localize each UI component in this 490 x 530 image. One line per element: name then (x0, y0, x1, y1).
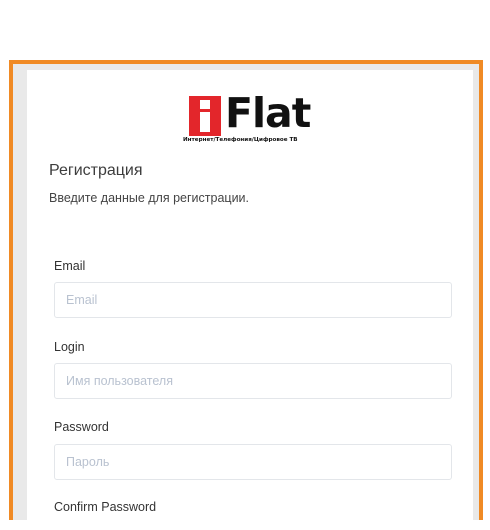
logo-i-icon (189, 96, 221, 136)
registration-card: Flat Интернет/Телефония/Цифровое ТВ Реги… (27, 70, 473, 530)
confirm-password-label: Confirm Password (54, 500, 157, 514)
login-label: Login (54, 340, 85, 354)
password-input[interactable] (54, 444, 452, 480)
iflat-logo: Flat Интернет/Телефония/Цифровое ТВ (183, 89, 329, 148)
email-label: Email (54, 259, 86, 273)
page-frame: Flat Интернет/Телефония/Цифровое ТВ Реги… (9, 60, 483, 530)
page-subtitle: Введите данные для регистрации. (49, 191, 250, 205)
email-input[interactable] (54, 282, 452, 318)
page-title: Регистрация (49, 162, 143, 179)
login-input[interactable] (54, 363, 452, 399)
logo-wordmark: Flat (225, 89, 311, 137)
logo-tagline: Интернет/Телефония/Цифровое ТВ (183, 137, 298, 143)
password-label: Password (54, 420, 109, 434)
